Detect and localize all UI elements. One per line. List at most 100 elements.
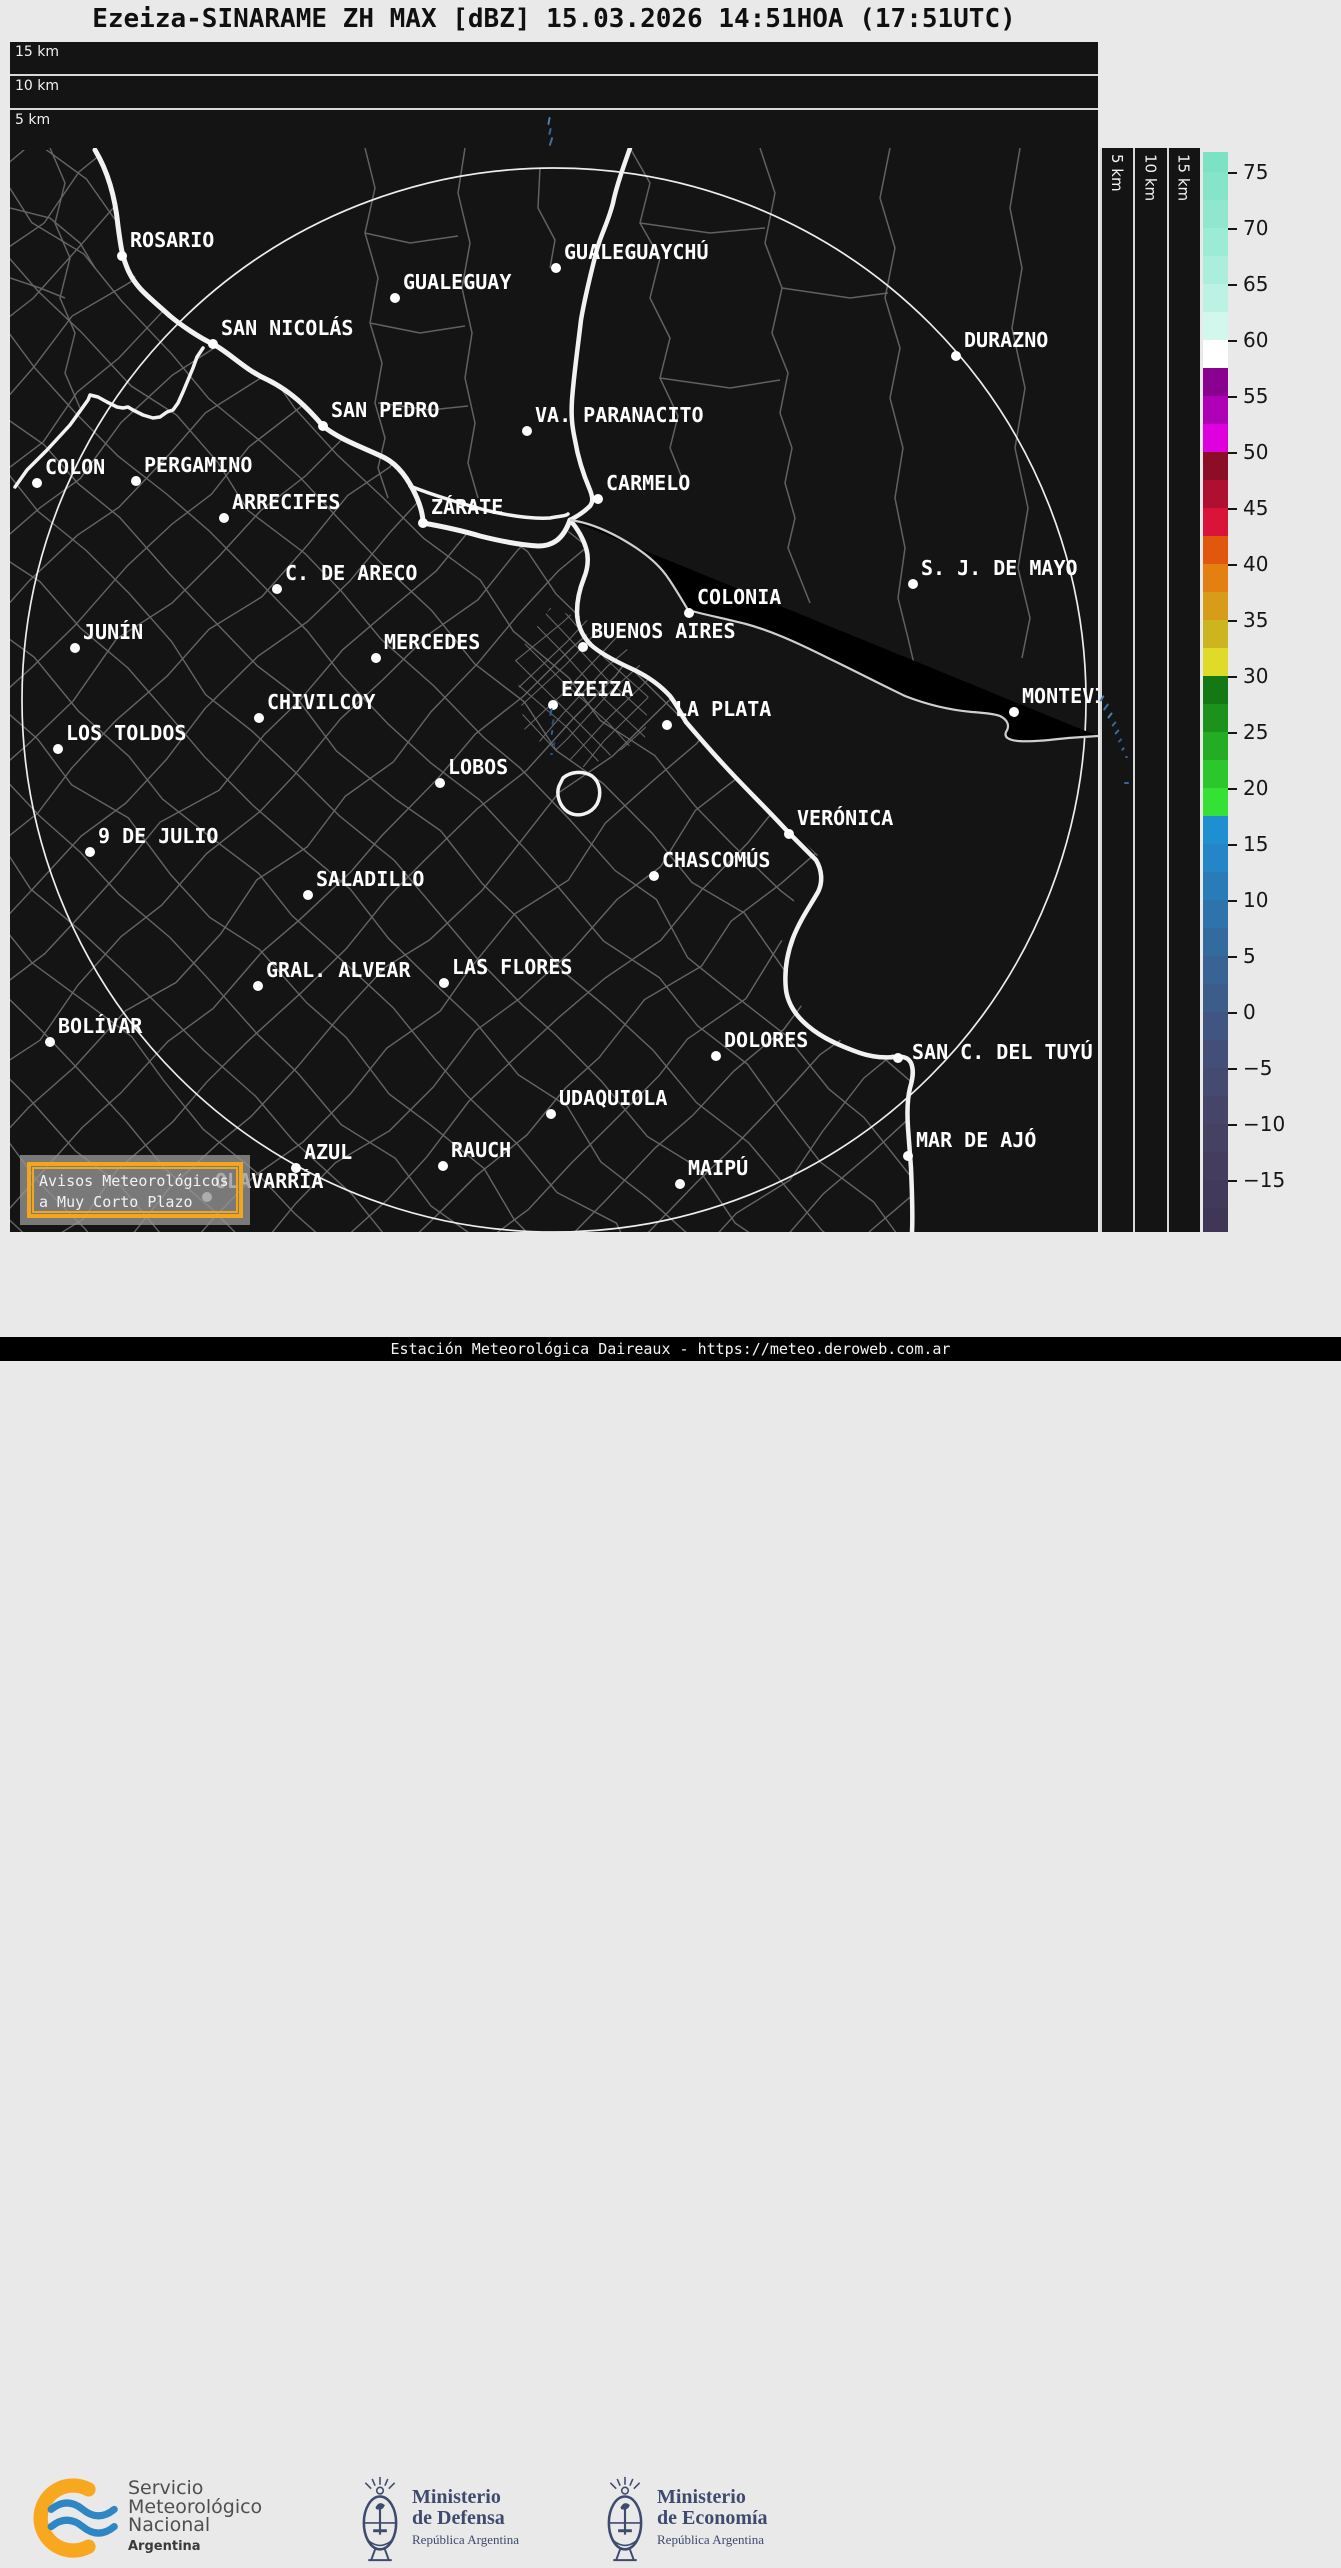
colorbar-block [1203, 1096, 1228, 1124]
colorbar-block [1203, 284, 1228, 312]
city-dot-chivilcoy [254, 713, 264, 723]
city-label-pergamino: PERGAMINO [144, 453, 252, 477]
city-dot-rauch [438, 1161, 448, 1171]
smn-logo-icon [28, 2475, 124, 2561]
city-label-c-de-areco: C. DE ARECO [285, 561, 417, 585]
colorbar-tick-label: 0 [1243, 1000, 1256, 1024]
colorbar-tick-label: 35 [1243, 608, 1268, 632]
radar-echo [1124, 782, 1129, 784]
city-dot-carmelo [593, 494, 603, 504]
colorbar-tick-mark [1228, 508, 1237, 510]
colorbar-block [1203, 928, 1228, 956]
city-dot-la-plata [662, 720, 672, 730]
smn-line3: Nacional [128, 2516, 262, 2535]
colorbar-tick-mark [1228, 788, 1237, 790]
colorbar-tick-mark [1228, 1012, 1237, 1014]
avisos-line1: Avisos Meteorológicos [39, 1171, 229, 1192]
colorbar-tick-label: −15 [1243, 1168, 1285, 1192]
city-label-san-c-del-tuy-: SAN C. DEL TUYÚ [912, 1040, 1093, 1064]
city-label-san-nicol-s: SAN NICOLÁS [221, 316, 353, 340]
colorbar-block [1203, 172, 1228, 200]
colorbar-block [1203, 900, 1228, 928]
colorbar-tick-mark [1228, 956, 1237, 958]
city-label-z-rate: ZÁRATE [431, 495, 503, 519]
city-dot-colon [32, 478, 42, 488]
colorbar-tick-mark [1228, 1068, 1237, 1070]
colorbar-block [1203, 228, 1228, 256]
city-label-ver-nica: VERÓNICA [797, 806, 893, 830]
colorbar-tick-mark [1228, 340, 1237, 342]
footer: Servicio Meteorológico Nacional Argentin… [0, 1232, 1341, 1337]
city-label-durazno: DURAZNO [964, 328, 1048, 352]
colorbar-block [1203, 312, 1228, 340]
smn-line4: Argentina [128, 2539, 262, 2554]
colorbar-tick-mark [1228, 284, 1237, 286]
city-label-colon: COLON [45, 455, 105, 479]
city-label-s-j-de-mayo: S. J. DE MAYO [921, 556, 1078, 580]
colorbar-tick-mark [1228, 1180, 1237, 1182]
city-dot-lobos [435, 778, 445, 788]
colorbar-block [1203, 452, 1228, 480]
economia-line2: de Economía [657, 2508, 768, 2529]
city-label-mercedes: MERCEDES [384, 630, 480, 654]
city-dot-udaquiola [546, 1109, 556, 1119]
colorbar-block [1203, 956, 1228, 984]
colorbar-tick-mark [1228, 452, 1237, 454]
city-label-dolores: DOLORES [724, 1028, 808, 1052]
top-panel-label: 5 km [15, 112, 50, 128]
city-label-azul: AZUL [304, 1140, 352, 1164]
defensa-line1: Ministerio [412, 2487, 519, 2508]
colorbar-tick-label: 25 [1243, 720, 1268, 744]
side-panel-label: 15 km [1175, 154, 1193, 201]
colorbar-tick-mark [1228, 676, 1237, 678]
colorbar-tick-label: 20 [1243, 776, 1268, 800]
side-panel-label: 5 km [1108, 154, 1126, 192]
city-dot-bol-var [45, 1037, 55, 1047]
colorbar-block [1203, 788, 1228, 816]
city-label-gualeguaych-: GUALEGUAYCHÚ [564, 240, 709, 264]
city-dot-jun-n [70, 643, 80, 653]
city-dot-durazno [951, 351, 961, 361]
city-dot-san-nicol-s [208, 339, 218, 349]
colorbar-block [1203, 1012, 1228, 1040]
colorbar-tick-mark [1228, 620, 1237, 622]
side-height-panels: 5 km 10 km 15 km [1100, 148, 1203, 1232]
city-dot-z-rate [418, 518, 428, 528]
city-dot-mar-de-aj- [903, 1151, 913, 1161]
side-panel-10km: 10 km [1133, 148, 1166, 1232]
colorbar-block [1203, 200, 1228, 228]
colorbar-tick-mark [1228, 564, 1237, 566]
colorbar-tick-label: 45 [1243, 496, 1268, 520]
colorbar-block [1203, 340, 1228, 368]
city-label-va-paranacito: VA. PARANACITO [535, 403, 704, 427]
city-label-carmelo: CARMELO [606, 471, 690, 495]
city-label-chivilcoy: CHIVILCOY [267, 690, 375, 714]
smn-line2: Meteorológico [128, 2498, 262, 2517]
city-dot-c-de-areco [272, 584, 282, 594]
colorbar-tick-label: −5 [1243, 1056, 1272, 1080]
city-label-los-toldos: LOS TOLDOS [66, 721, 186, 745]
top-panel-10km: 10 km [10, 76, 1098, 110]
radar-echo [1125, 756, 1128, 758]
city-dot-maip- [675, 1179, 685, 1189]
colorbar-block [1203, 152, 1228, 172]
city-dot-ver-nica [784, 829, 794, 839]
city-label-udaquiola: UDAQUIOLA [559, 1086, 667, 1110]
colorbar-tick-label: 30 [1243, 664, 1268, 688]
city-dot-gral-alvear [253, 981, 263, 991]
defensa-emblem-icon [355, 2474, 405, 2568]
city-dot-los-toldos [53, 744, 63, 754]
colorbar-block [1203, 592, 1228, 620]
city-label-la-plata: LA PLATA [675, 697, 771, 721]
city-dot-rosario [117, 251, 127, 261]
reflectivity-colorbar [1203, 152, 1228, 1232]
colorbar-tick-label: −10 [1243, 1112, 1285, 1136]
defensa-line2: de Defensa [412, 2508, 519, 2529]
radar-map: Avisos Meteorológicos a Muy Corto Plazo … [10, 148, 1098, 1232]
defensa-text: Ministerio de Defensa República Argentin… [412, 2487, 519, 2548]
radar-echo [550, 753, 553, 755]
colorbar-tick-label: 70 [1243, 216, 1268, 240]
colorbar-block [1203, 844, 1228, 872]
colorbar-tick-label: 75 [1243, 160, 1268, 184]
city-label-saladillo: SALADILLO [316, 867, 424, 891]
